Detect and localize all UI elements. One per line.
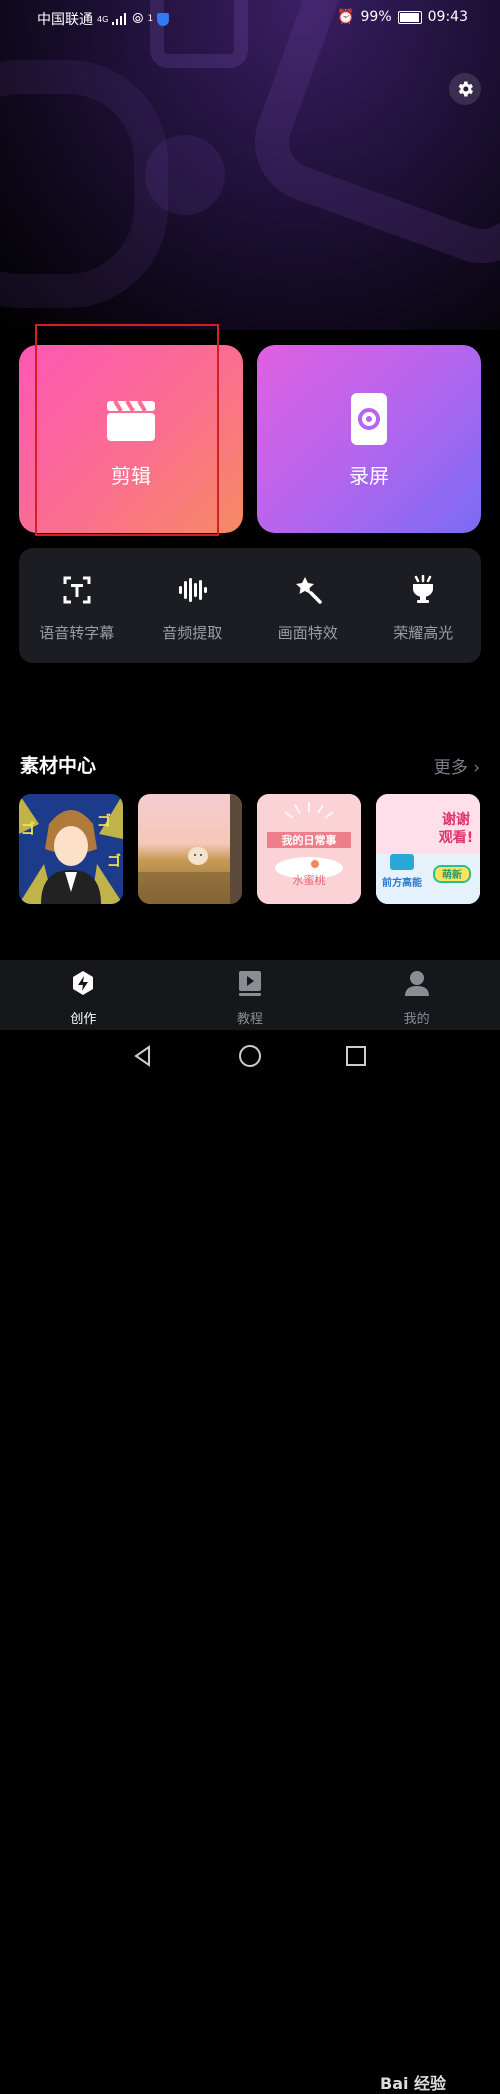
decor-shape: [0, 60, 168, 308]
thumb-text: 萌新: [442, 868, 462, 881]
tool-speech-to-subtitle[interactable]: 语音转字幕: [19, 548, 135, 663]
network-label: 4G: [97, 14, 109, 24]
thumb-text: 水蜜桃: [293, 873, 326, 887]
tab-profile[interactable]: 我的: [333, 960, 500, 1030]
clock: 09:43: [427, 9, 468, 25]
tools-panel: 语音转字幕 音频提取 画面特效 荣耀高光: [19, 548, 481, 663]
screen-record-card[interactable]: 录屏: [257, 345, 481, 533]
screen-record-icon: [351, 393, 387, 445]
back-icon[interactable]: [131, 1044, 155, 1068]
thumb-text: 观看!: [439, 829, 473, 846]
tool-label: 画面特效: [277, 624, 338, 642]
battery-icon: [397, 10, 422, 24]
lightning-icon: [73, 971, 94, 995]
anime-character-image: ゴ ゴ ゴ: [19, 794, 123, 904]
material-thumb[interactable]: ゴ ゴ ゴ: [19, 794, 123, 904]
tool-honor-highlight[interactable]: 荣耀高光: [366, 548, 482, 663]
tab-create[interactable]: 创作: [0, 960, 167, 1030]
material-thumb[interactable]: 我的日常事 水蜜桃: [257, 794, 361, 904]
thumb-text: ゴ: [107, 853, 121, 870]
tab-label: 我的: [403, 1012, 430, 1027]
tool-audio-extract[interactable]: 音频提取: [135, 548, 251, 663]
tab-label: 创作: [70, 1012, 97, 1027]
hotspot-icon: ⦾: [132, 11, 144, 27]
status-bar: 中国联通 4G ⦾ 1 ⏰ 99% 09:43: [0, 0, 500, 34]
gear-icon: [458, 81, 473, 97]
thumb-text: 我的日常事: [282, 833, 337, 847]
highlight-annotation: [35, 324, 219, 536]
materials-title: 素材中心: [20, 755, 97, 777]
diary-template-image: 我的日常事 水蜜桃: [257, 794, 361, 904]
thumb-text: ゴ: [21, 821, 35, 838]
material-thumb[interactable]: [138, 794, 242, 904]
more-label: 更多: [433, 758, 468, 778]
video-book-icon: [239, 971, 261, 996]
thumb-text: 谢谢: [442, 811, 470, 828]
home-icon[interactable]: [238, 1044, 262, 1068]
battery-percent: 99%: [360, 9, 392, 25]
trophy-icon: [407, 574, 439, 606]
tool-visual-effects[interactable]: 画面特效: [250, 548, 366, 663]
decor-shape: [238, 0, 500, 280]
signal-icon: [112, 13, 128, 25]
hero-background: [0, 0, 500, 330]
system-nav-bar: Bai 经验: [0, 1030, 500, 2093]
tool-label: 语音转字幕: [39, 624, 115, 642]
screen-record-card-label: 录屏: [349, 464, 389, 488]
user-icon: [404, 971, 429, 996]
magic-wand-icon: [292, 574, 324, 606]
settings-button[interactable]: [449, 73, 481, 105]
thumb-text: ゴ: [97, 813, 111, 830]
thanks-template-image: 谢谢 观看! 前方高能 萌新: [376, 794, 480, 904]
text-recognize-icon: [61, 574, 93, 606]
tab-label: 教程: [237, 1012, 264, 1027]
carrier-label: 中国联通: [37, 12, 93, 28]
cat-scene-image: [138, 794, 242, 904]
chevron-right-icon: ›: [473, 758, 480, 778]
hotspot-badge: 1: [147, 14, 154, 24]
thumb-text: 前方高能: [382, 876, 422, 889]
materials-more-link[interactable]: 更多 ›: [434, 753, 480, 778]
decor-shape: [145, 135, 225, 215]
shield-icon: [157, 12, 170, 26]
alarm-icon: ⏰: [337, 9, 355, 25]
watermark: Bai 经验: [380, 2074, 447, 2093]
recent-apps-icon[interactable]: [345, 1045, 367, 1067]
tab-tutorial[interactable]: 教程: [167, 960, 334, 1030]
tool-label: 音频提取: [162, 624, 223, 642]
bottom-tab-bar: 创作 教程 我的: [0, 960, 500, 1030]
tool-label: 荣耀高光: [393, 624, 454, 642]
audio-wave-icon: [176, 574, 208, 606]
material-thumb[interactable]: 谢谢 观看! 前方高能 萌新: [376, 794, 480, 904]
